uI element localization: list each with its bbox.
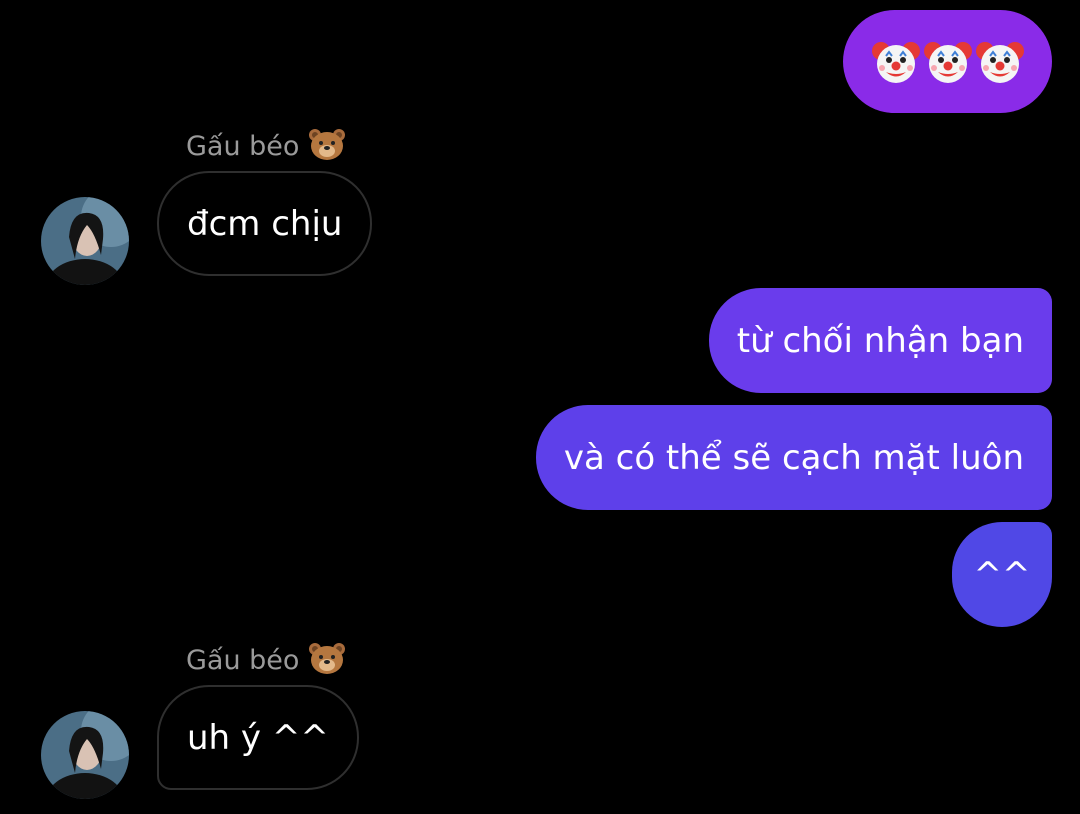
bear-face-icon — [308, 127, 346, 168]
incoming-message[interactable]: đcm chịu — [157, 171, 373, 276]
clown-face-icon — [975, 37, 1025, 87]
sender-name: Gấu béo — [186, 127, 346, 168]
clown-face-icon — [923, 37, 973, 87]
message-text: từ chối nhận bạn — [736, 320, 1024, 361]
sender-name-text: Gấu béo — [186, 645, 300, 676]
message-text: đcm chịu — [187, 203, 343, 244]
sender-name: Gấu béo — [186, 641, 346, 682]
outgoing-message[interactable]: từ chối nhận bạn — [708, 288, 1052, 393]
avatar[interactable] — [41, 197, 129, 285]
sender-name-text: Gấu béo — [186, 131, 300, 162]
outgoing-message-emoji[interactable] — [843, 10, 1052, 113]
outgoing-message[interactable]: và có thể sẽ cạch mặt luôn — [535, 405, 1052, 510]
clown-face-icon — [871, 37, 921, 87]
message-text: và có thể sẽ cạch mặt luôn — [563, 437, 1024, 478]
incoming-message[interactable]: uh ý ^^ — [157, 685, 359, 790]
avatar[interactable] — [41, 711, 129, 799]
message-text: ^^ — [973, 554, 1031, 595]
message-text: uh ý ^^ — [187, 717, 329, 758]
bear-face-icon — [308, 641, 346, 682]
outgoing-message[interactable]: ^^ — [952, 522, 1052, 627]
